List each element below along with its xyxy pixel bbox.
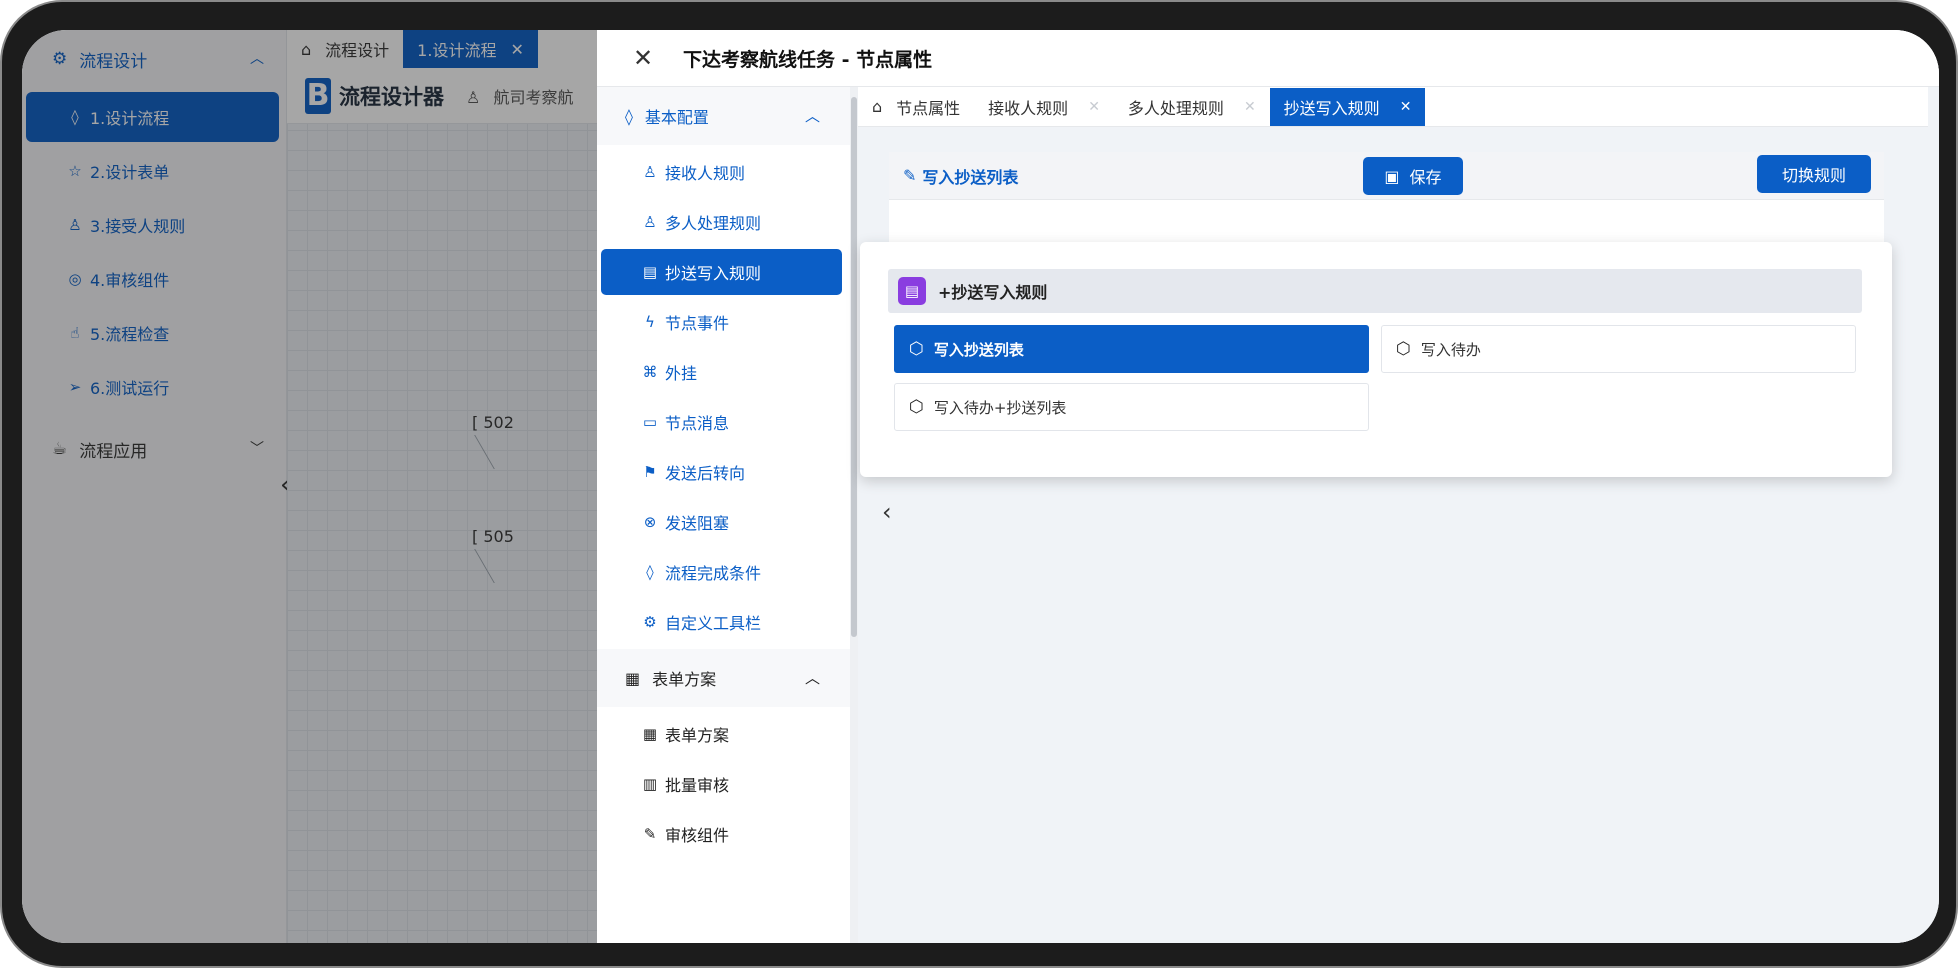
popup-header: ▤ +抄送写入规则 (888, 269, 1862, 313)
side-item-batch-audit[interactable]: ▥ 批量审核 (601, 761, 842, 807)
hexagon-icon: ⬡ (909, 397, 924, 417)
side-item-label: 表单方案 (665, 726, 730, 745)
save-icon: ▣ (1384, 166, 1400, 186)
side-item-node-message[interactable]: ▭ 节点消息 (601, 399, 842, 445)
switch-label: 切换规则 (1781, 166, 1846, 185)
rule-card-header: ✎ 写入抄送列表 ▣ 保存 切换规则 (889, 152, 1884, 200)
device-frame: ⚙ 流程设计 ︿ ◊ 1.设计流程 ☆ 2.设计表单 ♙ 3.接受人规则 ◎ 4… (2, 2, 1956, 966)
side-group-basic-config[interactable]: ◊ 基本配置 ︿ (597, 87, 850, 145)
tab-node-properties[interactable]: ⌂ 节点属性 (858, 88, 974, 126)
side-item-plugin[interactable]: ⌘ 外挂 (601, 349, 842, 395)
side-group-label: 基本配置 (644, 108, 709, 127)
option-write-todo-and-cc[interactable]: ⬡ 写入待办+抄送列表 (894, 383, 1369, 431)
save-button[interactable]: ▣ 保存 (1363, 157, 1463, 195)
tab-label: 抄送写入规则 (1283, 98, 1380, 118)
drawer-header: ✕ 下达考察航线任务 - 节点属性 (597, 30, 1939, 87)
x-circle-icon: ⊗ (643, 513, 657, 531)
side-item-label: 外挂 (665, 364, 698, 383)
tab-label: 节点属性 (896, 98, 961, 118)
close-icon[interactable]: ✕ (1088, 99, 1100, 115)
home-icon: ⌂ (872, 97, 883, 116)
side-item-label: 批量审核 (665, 776, 730, 795)
side-item-multi-handler[interactable]: ♙ 多人处理规则 (601, 199, 842, 245)
chevron-up-icon: ︿ (804, 669, 820, 687)
option-label: 写入待办 (1420, 340, 1481, 359)
popup-title: +抄送写入规则 (938, 283, 1048, 302)
user-icon: ♙ (643, 163, 657, 181)
side-item-complete-condition[interactable]: ◊ 流程完成条件 (601, 549, 842, 595)
drawer-content: ⌂ 节点属性 接收人规则 ✕ 多人处理规则 ✕ 抄送写入规则 ✕ ✎ 写入抄送列… (858, 87, 1928, 943)
modal-overlay[interactable] (22, 30, 597, 943)
side-item-label: 抄送写入规则 (665, 264, 762, 283)
tab-multi-handler[interactable]: 多人处理规则 ✕ (1114, 88, 1270, 126)
close-icon[interactable]: ✕ (1400, 99, 1412, 115)
drawer-side-menu: ◊ 基本配置 ︿ ♙ 接收人规则 ♙ 多人处理规则 ▤ 抄送写入规则 ϟ 节点事… (597, 87, 850, 943)
side-item-form-scheme[interactable]: ▦ 表单方案 (601, 711, 842, 757)
tab-label: 多人处理规则 (1127, 98, 1224, 118)
users-icon: ♙ (643, 213, 657, 231)
side-item-label: 节点事件 (665, 314, 730, 333)
document-icon: ▤ (898, 277, 926, 305)
option-label: 写入抄送列表 (933, 340, 1024, 359)
side-item-receiver-rule[interactable]: ♙ 接收人规则 (601, 149, 842, 195)
side-item-label: 节点消息 (665, 414, 730, 433)
side-item-label: 发送阻塞 (665, 514, 730, 533)
side-item-label: 发送后转向 (665, 464, 746, 483)
option-label: 写入待办+抄送列表 (933, 398, 1067, 417)
tab-receiver-rule[interactable]: 接收人规则 ✕ (974, 88, 1114, 126)
screen: ⚙ 流程设计 ︿ ◊ 1.设计流程 ☆ 2.设计表单 ♙ 3.接受人规则 ◎ 4… (22, 30, 1939, 943)
side-group-form-scheme[interactable]: ▦ 表单方案 ︿ (597, 649, 850, 707)
side-item-label: 自定义工具栏 (665, 614, 762, 633)
batch-icon: ▥ (642, 775, 658, 793)
signpost-icon: ⚑ (643, 463, 657, 481)
edit-icon: ✎ (643, 825, 657, 843)
hexagon-icon: ⬡ (909, 339, 924, 359)
side-item-label: 接收人规则 (665, 164, 746, 183)
side-item-audit-component[interactable]: ✎ 审核组件 (601, 811, 842, 857)
droplet-icon: ◊ (625, 106, 633, 126)
close-icon[interactable]: ✕ (633, 44, 657, 72)
content-tabs: ⌂ 节点属性 接收人规则 ✕ 多人处理规则 ✕ 抄送写入规则 ✕ (858, 87, 1928, 127)
save-label: 保存 (1409, 168, 1442, 187)
grid-icon: ▦ (642, 725, 658, 743)
side-item-custom-toolbar[interactable]: ⚙ 自定义工具栏 (601, 599, 842, 645)
side-item-cc-write-rule[interactable]: ▤ 抄送写入规则 (601, 249, 842, 295)
rule-selector-popup: ▤ +抄送写入规则 ⬡ 写入抄送列表 ⬡ 写入待办 ⬡ 写入待办+抄送列表 (860, 242, 1892, 477)
side-item-after-send[interactable]: ⚑ 发送后转向 (601, 449, 842, 495)
droplet-icon: ◊ (646, 563, 654, 581)
close-icon[interactable]: ✕ (1244, 99, 1256, 115)
scrollbar-thumb[interactable] (851, 97, 857, 637)
option-write-cc-list[interactable]: ⬡ 写入抄送列表 (894, 325, 1369, 373)
switch-rule-button[interactable]: 切换规则 (1757, 155, 1871, 193)
rule-card-title: 写入抄送列表 (922, 167, 1019, 187)
side-item-label: 流程完成条件 (665, 564, 762, 583)
side-item-node-event[interactable]: ϟ 节点事件 (601, 299, 842, 345)
plugin-icon: ⌘ (642, 363, 658, 381)
book-icon: ▤ (642, 263, 658, 281)
chevron-up-icon: ︿ (804, 107, 820, 125)
side-group-label: 表单方案 (652, 670, 717, 689)
hexagon-icon: ⬡ (1396, 339, 1411, 359)
gear-icon: ⚙ (643, 613, 657, 631)
tab-label: 接收人规则 (988, 98, 1069, 118)
bolt-icon: ϟ (645, 313, 655, 331)
message-icon: ▭ (642, 413, 658, 431)
option-write-todo[interactable]: ⬡ 写入待办 (1381, 325, 1856, 373)
side-scrollbar[interactable] (850, 87, 858, 943)
drawer-title: 下达考察航线任务 - 节点属性 (683, 48, 933, 71)
side-item-send-block[interactable]: ⊗ 发送阻塞 (601, 499, 842, 545)
tab-cc-write-rule[interactable]: 抄送写入规则 ✕ (1269, 87, 1426, 126)
collapse-side-icon[interactable]: ‹ (882, 498, 892, 526)
edit-icon: ✎ (903, 166, 917, 185)
node-properties-drawer: ✕ 下达考察航线任务 - 节点属性 ◊ 基本配置 ︿ ♙ 接收人规则 ♙ 多人处… (597, 30, 1939, 943)
side-item-label: 审核组件 (665, 826, 730, 845)
side-item-label: 多人处理规则 (665, 214, 762, 233)
grid-icon: ▦ (625, 668, 641, 688)
